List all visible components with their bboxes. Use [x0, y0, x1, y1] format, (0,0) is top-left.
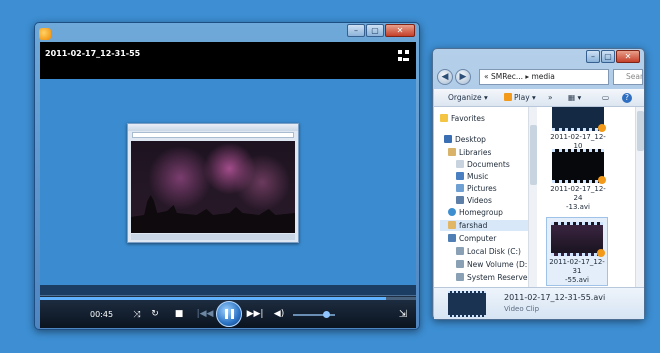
seek-bar[interactable]	[40, 297, 416, 300]
repeat-icon[interactable]: ↻	[148, 309, 162, 320]
drive-icon	[456, 247, 464, 255]
file-name: 2011-02-17_12-31 -55.avi	[549, 258, 605, 284]
media-badge-icon	[598, 124, 606, 132]
navigation-scrollbar[interactable]	[528, 107, 537, 287]
volume-slider-knob[interactable]	[322, 311, 330, 318]
file-list-scrollbar[interactable]	[635, 107, 644, 287]
close-button[interactable]: ✕	[616, 50, 640, 63]
preview-pane-icon[interactable]: ▭	[602, 93, 609, 102]
stop-icon[interactable]: ■	[172, 309, 186, 320]
nav-item-farshad[interactable]: farshad	[440, 220, 532, 231]
nav-item-libraries[interactable]: Libraries	[448, 147, 491, 158]
file-item-selected[interactable]: 2011-02-17_12-31 -55.avi	[546, 217, 608, 286]
elapsed-time: 00:45	[90, 310, 114, 319]
nav-item-computer[interactable]: Computer	[448, 233, 496, 244]
nav-item-music[interactable]: Music	[456, 171, 488, 182]
media-player-app-icon	[39, 28, 51, 40]
file-list: 2011-02-17_12-10 -18.avi 2011-02-17_12-2…	[539, 107, 644, 287]
player-title: 2011-02-17_12-31-55	[45, 49, 141, 58]
play-menu[interactable]: Play ▾	[504, 93, 536, 102]
switch-to-library-icon[interactable]	[398, 50, 409, 61]
video-frame-browser-window	[127, 123, 299, 243]
user-folder-icon	[448, 221, 456, 229]
media-player-window: – ▢ ✕ 2011-02-17_12-31-55 00:45 ⤨ ↻ ■ |◀…	[34, 22, 420, 330]
music-icon	[456, 172, 464, 180]
maximize-button[interactable]: ▢	[601, 50, 615, 63]
media-badge-icon	[598, 176, 606, 184]
maximize-button[interactable]: ▢	[366, 24, 384, 37]
video-file-thumbnail	[552, 149, 606, 184]
navigation-pane: Favorites Desktop Libraries Documents Mu…	[434, 107, 539, 287]
drive-icon	[456, 260, 464, 268]
search-placeholder: Sear	[626, 72, 643, 81]
video-taskbar-strip	[40, 285, 416, 295]
videos-icon	[456, 196, 464, 204]
play-menu-label: Play ▾	[514, 93, 536, 102]
nav-item-local-disk[interactable]: Local Disk (C:)	[456, 246, 521, 257]
minimize-button[interactable]: –	[347, 24, 365, 37]
more-commands-button[interactable]: »	[548, 93, 553, 102]
previous-icon[interactable]: |◀◀	[196, 309, 214, 320]
nav-item-homegroup[interactable]: Homegroup	[448, 207, 503, 218]
nav-item-desktop[interactable]: Desktop	[444, 134, 486, 145]
close-button[interactable]: ✕	[385, 24, 415, 37]
star-icon	[440, 114, 448, 122]
nav-item-new-volume[interactable]: New Volume (D:	[456, 259, 527, 270]
player-title-bar: 2011-02-17_12-31-55	[40, 42, 416, 79]
video-area[interactable]	[40, 79, 416, 287]
nav-item-system-reserved[interactable]: System Reserved	[456, 272, 532, 283]
forward-icon[interactable]: ▶	[455, 69, 471, 85]
details-pane: 2011-02-17_12-31-55.avi Video Clip	[434, 287, 644, 319]
fireworks-scene	[131, 141, 295, 233]
file-name: 2011-02-17_12-24 -13.avi	[550, 185, 606, 211]
shuffle-icon[interactable]: ⤨	[130, 310, 144, 321]
video-file-thumbnail	[551, 222, 605, 257]
homegroup-icon	[448, 208, 456, 216]
documents-icon	[456, 160, 464, 168]
pause-button[interactable]	[216, 301, 242, 327]
search-input[interactable]: Sear	[613, 69, 643, 85]
scrollbar-thumb[interactable]	[530, 125, 537, 185]
command-bar: Organize ▾ Play ▾ » ▦ ▾ ▭ ?	[434, 89, 644, 107]
help-icon[interactable]: ?	[622, 93, 632, 103]
libraries-icon	[448, 148, 456, 156]
computer-icon	[448, 234, 456, 242]
next-icon[interactable]: ▶▶|	[246, 309, 264, 320]
fullscreen-icon[interactable]: ⇲	[396, 309, 410, 320]
nav-item-favorites[interactable]: Favorites	[440, 113, 485, 124]
playback-controls: 00:45 ⤨ ↻ ■ |◀◀ ▶▶| ◀) ⇲	[40, 295, 416, 328]
explorer-window: – ▢ ✕ ◀ ▶ « SMRec... ▸ media Sear Organi…	[432, 48, 645, 320]
video-file-thumbnail	[552, 107, 606, 132]
minimize-button[interactable]: –	[586, 50, 600, 63]
nav-item-documents[interactable]: Documents	[456, 159, 510, 170]
drive-icon	[456, 273, 464, 281]
selected-file-thumbnail	[448, 291, 486, 317]
scrollbar-thumb[interactable]	[637, 111, 644, 151]
selected-file-type: Video Clip	[504, 305, 540, 313]
explorer-caption-buttons: – ▢ ✕	[586, 50, 640, 63]
selected-file-name: 2011-02-17_12-31-55.avi	[504, 293, 606, 302]
organize-menu[interactable]: Organize ▾	[448, 93, 488, 102]
nav-item-videos[interactable]: Videos	[456, 195, 492, 206]
pictures-icon	[456, 184, 464, 192]
volume-icon[interactable]: ◀)	[272, 309, 286, 320]
address-row: ◀ ▶ « SMRec... ▸ media Sear	[437, 68, 643, 86]
play-icon	[504, 93, 512, 101]
volume-slider[interactable]	[293, 311, 335, 318]
media-badge-icon	[597, 249, 605, 257]
seek-bar-progress	[40, 297, 386, 300]
player-caption-buttons: – ▢ ✕	[347, 24, 415, 37]
file-item[interactable]: 2011-02-17_12-24 -13.avi	[547, 149, 609, 212]
address-bar[interactable]: « SMRec... ▸ media	[479, 69, 609, 85]
nav-item-pictures[interactable]: Pictures	[456, 183, 497, 194]
back-icon[interactable]: ◀	[437, 69, 453, 85]
views-icon[interactable]: ▦ ▾	[568, 93, 581, 102]
desktop-icon	[444, 135, 452, 143]
breadcrumb[interactable]: « SMRec... ▸ media	[484, 72, 555, 81]
